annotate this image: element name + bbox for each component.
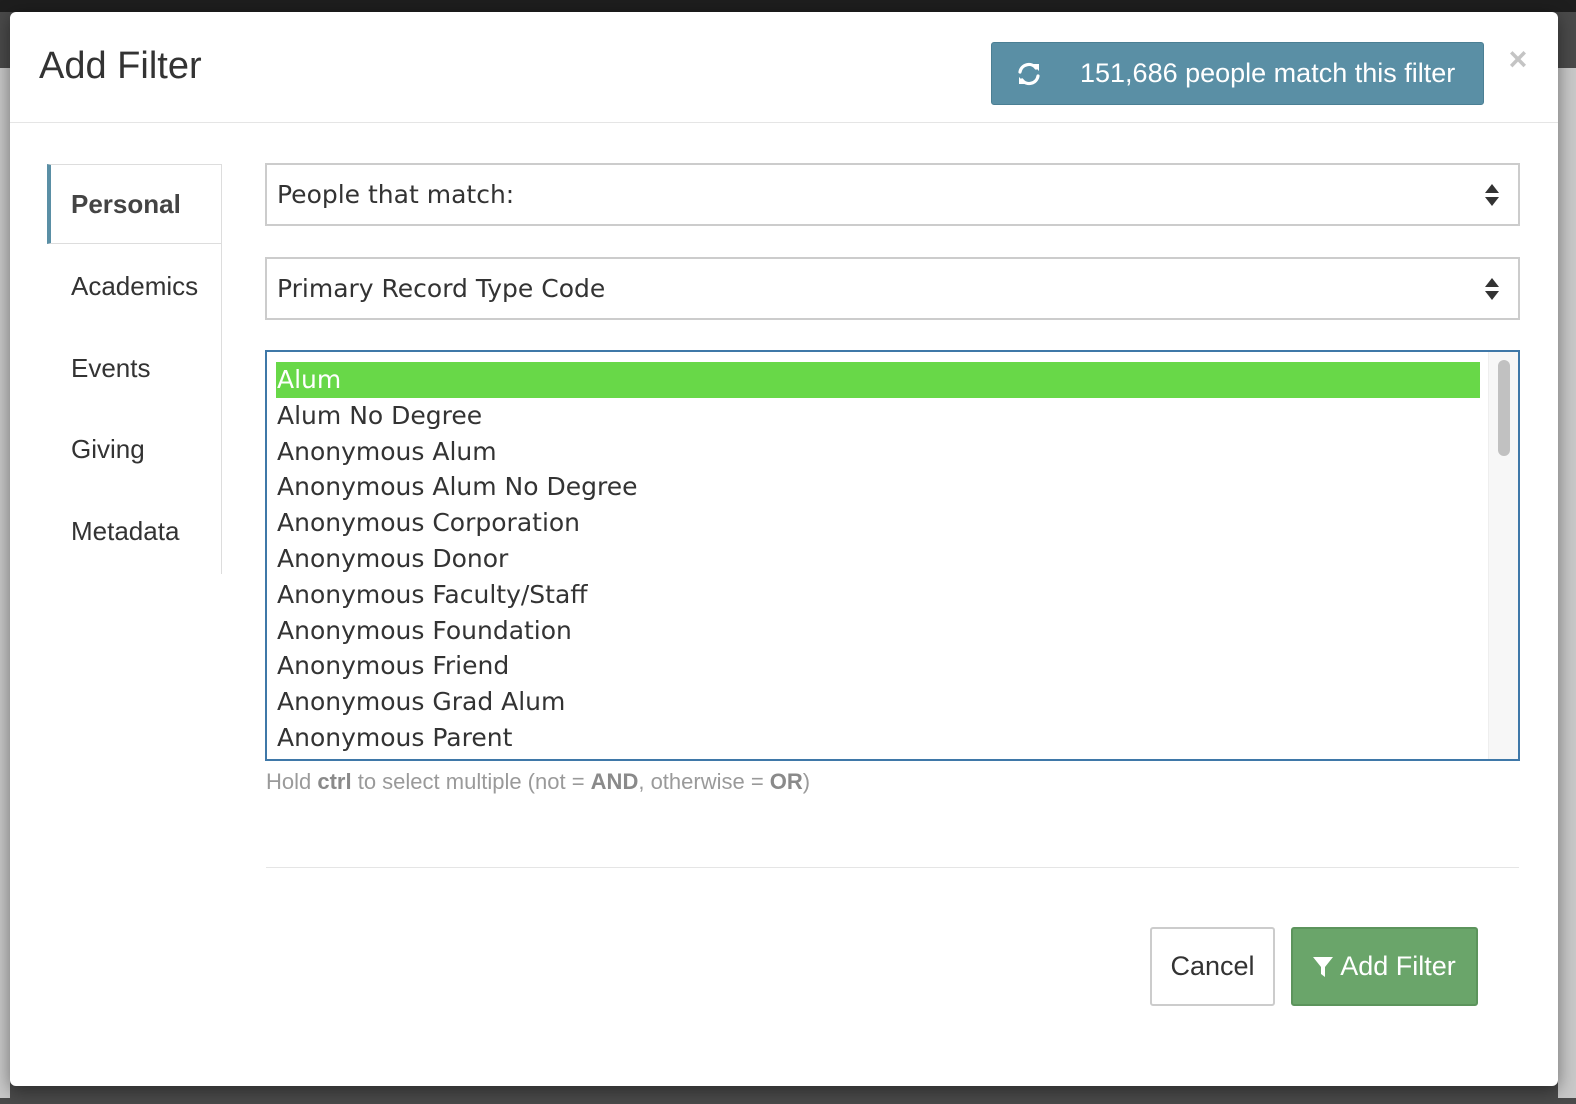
list-item-anonymous-corporation[interactable]: Anonymous Corporation xyxy=(276,505,1480,541)
help-or: OR xyxy=(769,769,803,794)
select-arrows-icon xyxy=(1484,277,1500,301)
sidebar-item-label: Academics xyxy=(71,270,199,301)
match-mode-value: People that match: xyxy=(277,180,515,209)
footer-divider xyxy=(266,867,1519,868)
close-icon[interactable]: × xyxy=(1504,42,1532,76)
filter-category-sidebar: Personal Academics Events Giving Metadat… xyxy=(47,164,222,574)
refresh-icon xyxy=(1016,60,1044,88)
backdrop-left xyxy=(0,68,10,1098)
match-count-label: 151,686 people match this filter xyxy=(1080,58,1456,88)
filter-icon xyxy=(1313,956,1335,978)
sidebar-item-label: Events xyxy=(71,352,151,383)
add-filter-button[interactable]: Add Filter xyxy=(1291,927,1478,1006)
list-item-anonymous-friend[interactable]: Anonymous Friend xyxy=(276,648,1480,684)
scrollbar-thumb[interactable] xyxy=(1498,360,1510,456)
list-item-anonymous-foundation[interactable]: Anonymous Foundation xyxy=(276,613,1480,649)
match-count-button[interactable]: 151,686 people match this filter xyxy=(991,42,1484,105)
help-and: AND xyxy=(590,769,639,794)
sidebar-item-personal[interactable]: Personal xyxy=(47,164,221,244)
field-select[interactable]: Primary Record Type Code xyxy=(265,257,1520,320)
sidebar-item-events[interactable]: Events xyxy=(47,328,220,408)
list-item-anonymous-alum[interactable]: Anonymous Alum xyxy=(276,434,1480,470)
list-item-anonymous-donor[interactable]: Anonymous Donor xyxy=(276,541,1480,577)
help-close-paren: ) xyxy=(802,769,811,794)
sidebar-item-academics[interactable]: Academics xyxy=(47,246,220,326)
help-ctrl: ctrl xyxy=(317,769,352,794)
cancel-button[interactable]: Cancel xyxy=(1150,927,1275,1006)
help-hold: Hold xyxy=(266,769,318,794)
field-select-value: Primary Record Type Code xyxy=(277,274,606,303)
sidebar-item-giving[interactable]: Giving xyxy=(47,409,220,489)
record-type-multiselect[interactable]: Alum Alum No Degree Anonymous Alum Anony… xyxy=(265,350,1520,761)
scrollbar[interactable] xyxy=(1488,352,1518,759)
add-filter-button-label: Add Filter xyxy=(1340,951,1456,981)
modal-header: Add Filter 151,686 people match this fil… xyxy=(10,12,1558,123)
multiselect-help-text: Hold ctrl to select multiple (not = AND,… xyxy=(266,768,1266,796)
page-top-bar xyxy=(0,0,1576,12)
modal-title: Add Filter xyxy=(39,45,202,87)
list-item-anonymous-faculty-staff[interactable]: Anonymous Faculty/Staff xyxy=(276,577,1480,613)
cancel-button-label: Cancel xyxy=(1170,951,1255,981)
list-item-alum-no-degree[interactable]: Alum No Degree xyxy=(276,398,1480,434)
list-item-anonymous-parent[interactable]: Anonymous Parent xyxy=(276,720,1480,756)
match-mode-select[interactable]: People that match: xyxy=(265,163,1520,226)
help-otherwise: , otherwise = xyxy=(638,769,770,794)
list-item-anonymous-grad-alum[interactable]: Anonymous Grad Alum xyxy=(276,684,1480,720)
backdrop-right xyxy=(1558,68,1576,1098)
select-arrows-icon xyxy=(1484,183,1500,207)
sidebar-item-label: Metadata xyxy=(71,515,180,546)
sidebar-item-metadata[interactable]: Metadata xyxy=(47,491,220,571)
option-list: Alum Alum No Degree Anonymous Alum Anony… xyxy=(276,362,1480,756)
list-item-anonymous-alum-no-degree[interactable]: Anonymous Alum No Degree xyxy=(276,469,1480,505)
sidebar-item-label: Personal xyxy=(71,188,181,219)
list-item-alum[interactable]: Alum xyxy=(276,362,1480,398)
add-filter-modal: Add Filter 151,686 people match this fil… xyxy=(10,12,1558,1086)
help-mid: to select multiple (not = xyxy=(351,769,591,794)
sidebar-item-label: Giving xyxy=(71,433,145,464)
